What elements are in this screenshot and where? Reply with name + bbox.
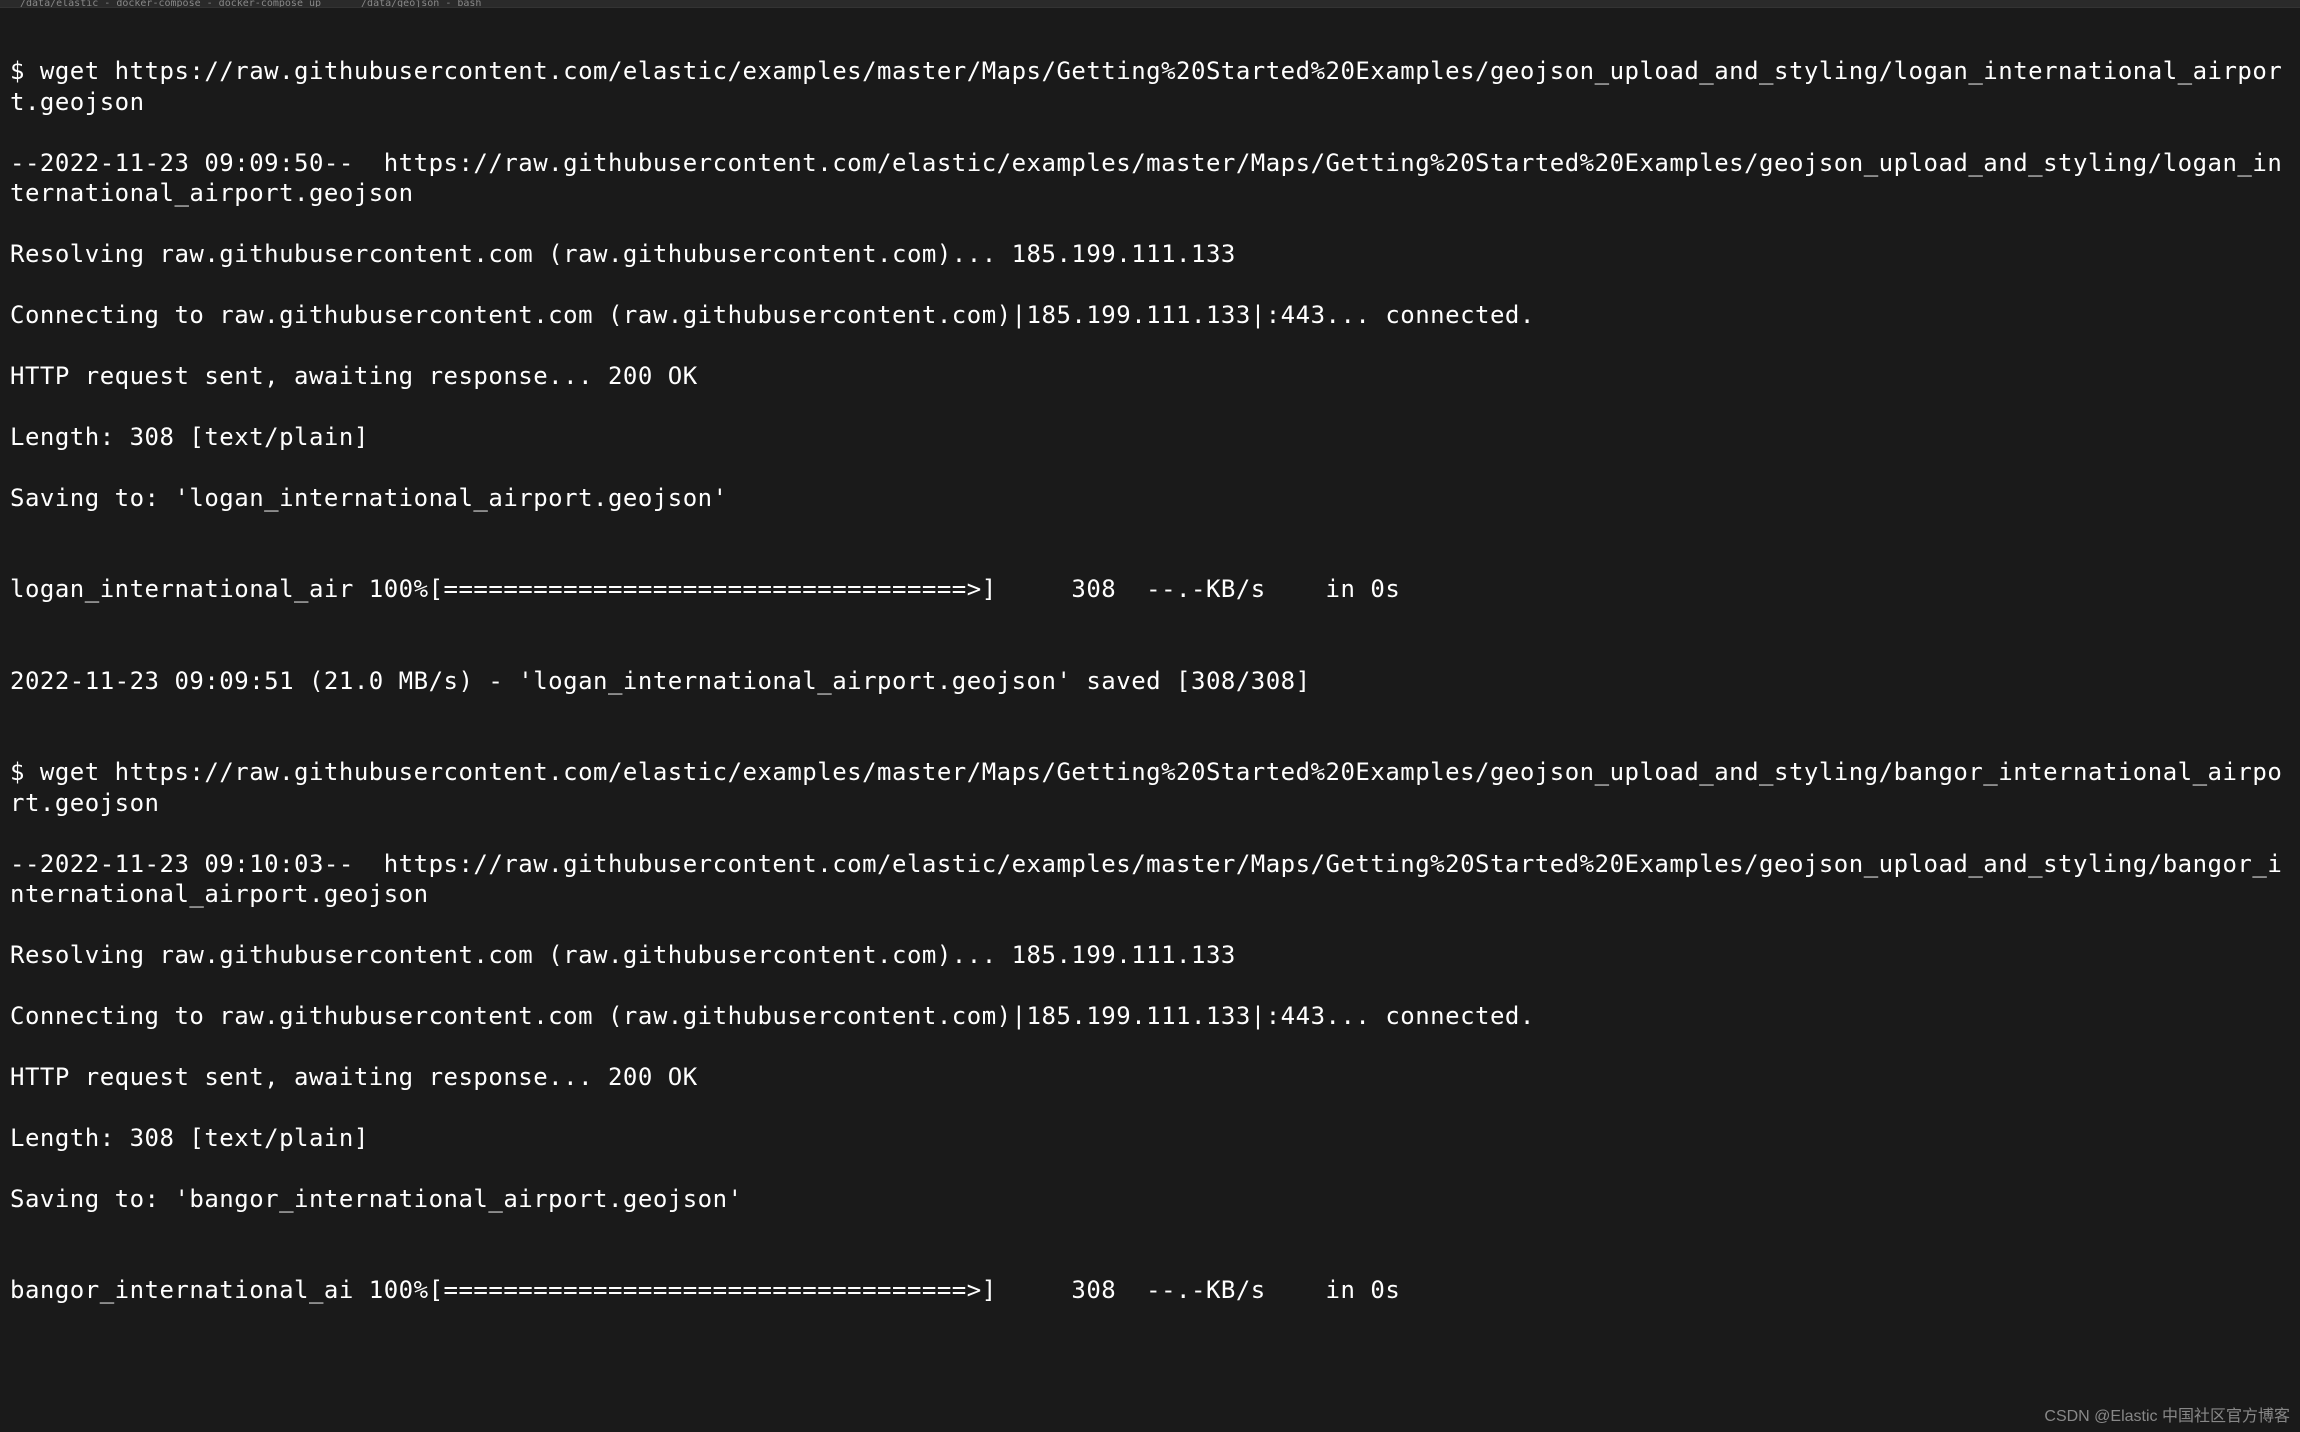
- terminal-output[interactable]: $ wget https://raw.githubusercontent.com…: [0, 8, 2300, 1346]
- terminal-line: Connecting to raw.githubusercontent.com …: [10, 300, 2290, 330]
- terminal-line: Saving to: 'bangor_international_airport…: [10, 1184, 2290, 1214]
- terminal-line: HTTP request sent, awaiting response... …: [10, 361, 2290, 391]
- tab-bar: /data/elastic - docker-compose - docker-…: [0, 0, 2300, 8]
- terminal-line: HTTP request sent, awaiting response... …: [10, 1062, 2290, 1092]
- terminal-line: --2022-11-23 09:10:03-- https://raw.gith…: [10, 849, 2290, 910]
- terminal-line: Length: 308 [text/plain]: [10, 1123, 2290, 1153]
- tab-right[interactable]: /data/geojson - bash: [341, 0, 501, 7]
- terminal-line: logan_international_air 100%[===========…: [10, 574, 2290, 604]
- terminal-line: Connecting to raw.githubusercontent.com …: [10, 1001, 2290, 1031]
- terminal-line: Length: 308 [text/plain]: [10, 422, 2290, 452]
- terminal-line: Resolving raw.githubusercontent.com (raw…: [10, 239, 2290, 269]
- terminal-line: bangor_international_ai 100%[===========…: [10, 1275, 2290, 1305]
- terminal-line: 2022-11-23 09:09:51 (21.0 MB/s) - 'logan…: [10, 666, 2290, 696]
- terminal-line: $ wget https://raw.githubusercontent.com…: [10, 56, 2290, 117]
- terminal-line: --2022-11-23 09:09:50-- https://raw.gith…: [10, 148, 2290, 209]
- watermark: CSDN @Elastic 中国社区官方博客: [2044, 1402, 2290, 1426]
- terminal-line: Resolving raw.githubusercontent.com (raw…: [10, 940, 2290, 970]
- terminal-line: Saving to: 'logan_international_airport.…: [10, 483, 2290, 513]
- terminal-line: $ wget https://raw.githubusercontent.com…: [10, 757, 2290, 818]
- tab-left[interactable]: /data/elastic - docker-compose - docker-…: [0, 0, 341, 7]
